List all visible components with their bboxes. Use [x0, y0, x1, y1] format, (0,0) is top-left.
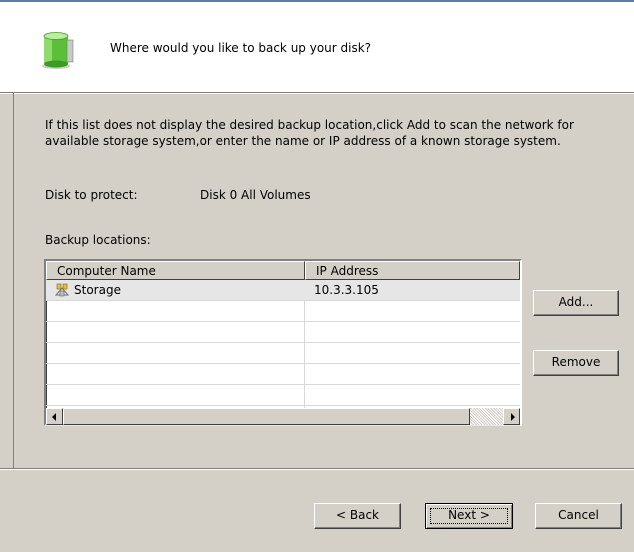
- arrow-right-icon: [511, 413, 515, 421]
- next-button[interactable]: Next >: [425, 503, 513, 529]
- list-row-empty: [46, 343, 520, 364]
- panel-edge: [13, 93, 14, 468]
- column-header-ip-address[interactable]: IP Address: [305, 261, 520, 280]
- backup-locations-list[interactable]: Computer Name IP Address Storage 10.3.3.…: [44, 259, 522, 426]
- list-row-empty: [46, 322, 520, 343]
- scroll-left-button[interactable]: [46, 408, 63, 425]
- arrow-left-icon: [52, 413, 56, 421]
- list-row-storage[interactable]: Storage 10.3.3.105: [46, 280, 520, 301]
- disk-to-protect-value: Disk 0 All Volumes: [200, 188, 311, 202]
- cell-ip-address: 10.3.3.105: [314, 283, 379, 297]
- disk-icon: [42, 32, 74, 69]
- scrollbar-thumb[interactable]: [63, 408, 470, 425]
- list-row-empty: [46, 385, 520, 406]
- scroll-right-button[interactable]: [503, 408, 520, 425]
- list-rows: Storage 10.3.3.105: [46, 280, 520, 408]
- disk-to-protect-label: Disk to protect:: [45, 188, 138, 202]
- instruction-text: If this list does not display the desire…: [45, 118, 574, 148]
- list-row-empty: [46, 301, 520, 322]
- page-question: Where would you like to back up your dis…: [110, 41, 372, 55]
- scrollbar-track[interactable]: [470, 408, 503, 425]
- horizontal-scrollbar[interactable]: [46, 408, 520, 426]
- column-header-computer-name[interactable]: Computer Name: [46, 261, 305, 280]
- remove-button[interactable]: Remove: [533, 350, 619, 376]
- next-button-label: Next >: [448, 508, 490, 522]
- footer-divider: [0, 468, 634, 470]
- header-divider: [0, 92, 634, 94]
- add-button[interactable]: Add...: [533, 290, 619, 316]
- backup-locations-label: Backup locations:: [45, 233, 151, 247]
- back-button[interactable]: < Back: [314, 503, 401, 529]
- cell-computer-name: Storage: [74, 283, 121, 297]
- storage-server-icon: [54, 283, 70, 297]
- cancel-button[interactable]: Cancel: [535, 503, 622, 529]
- list-row-empty: [46, 364, 520, 385]
